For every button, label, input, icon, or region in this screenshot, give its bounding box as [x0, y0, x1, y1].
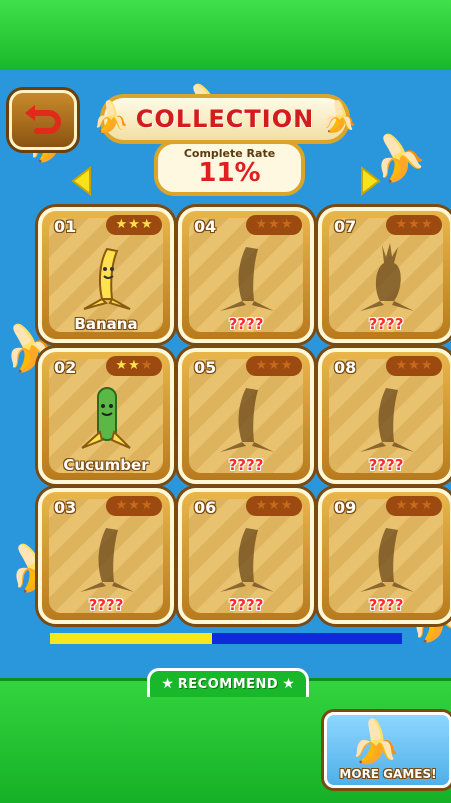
- card-number: 05: [194, 358, 217, 377]
- right-arrow-icon[interactable]: [360, 166, 382, 196]
- collection-card[interactable]: 06 ★ ★ ★????: [178, 488, 314, 624]
- star-rating: ★ ★ ★: [386, 215, 442, 235]
- star-icon: ★: [420, 217, 433, 232]
- star-rating: ★ ★ ★: [106, 356, 162, 376]
- card-number: 01: [54, 217, 77, 236]
- star-icon: ★: [280, 498, 293, 513]
- card-name: ????: [368, 315, 404, 333]
- star-rating: ★ ★ ★: [106, 496, 162, 516]
- star-rating: ★ ★ ★: [386, 496, 442, 516]
- left-arrow-icon[interactable]: [70, 166, 92, 196]
- star-icon: ★: [420, 358, 433, 373]
- star-icon: ★: [268, 498, 280, 513]
- star-rating: ★ ★ ★: [106, 215, 162, 235]
- star-icon: ★: [420, 498, 433, 513]
- collection-card[interactable]: 09 ★ ★ ★????: [318, 488, 451, 624]
- top-bar: [0, 0, 451, 73]
- star-icon: ★: [282, 676, 295, 692]
- star-icon: ★: [408, 358, 420, 373]
- banana-character-icon: [83, 247, 131, 310]
- star-icon: ★: [268, 217, 280, 232]
- star-icon: ★: [140, 217, 153, 232]
- card-number: 08: [334, 358, 357, 377]
- star-icon: ★: [255, 217, 268, 232]
- page-title: COLLECTION: [135, 105, 315, 133]
- star-rating: ★ ★ ★: [246, 496, 302, 516]
- banana-bunch-icon: 🍌: [349, 717, 402, 766]
- banana-silhouette-icon: [220, 247, 274, 311]
- banana-silhouette-icon: [80, 528, 134, 592]
- recommend-tab: ★ RECOMMEND ★: [147, 668, 309, 697]
- more-games-label: MORE GAMES!: [339, 767, 437, 781]
- scrollbar-track[interactable]: [50, 633, 402, 644]
- collection-card[interactable]: 02 ★ ★ ★ Cucumber: [38, 348, 174, 484]
- card-name: ????: [228, 596, 264, 614]
- star-icon: ★: [128, 217, 140, 232]
- back-arrow-icon: [25, 105, 61, 134]
- banana-silhouette-icon: [220, 388, 274, 452]
- star-icon: ★: [255, 358, 268, 373]
- card-name: Banana: [74, 315, 138, 333]
- star-icon: ★: [408, 217, 420, 232]
- star-icon: ★: [128, 498, 140, 513]
- collection-card[interactable]: 01 ★ ★ ★ Banana: [38, 207, 174, 343]
- pineapple-silhouette-icon: [360, 243, 414, 311]
- banana-mascot-icon: 🍌: [320, 100, 358, 135]
- star-icon: ★: [140, 498, 153, 513]
- banana-silhouette-icon: [220, 528, 274, 592]
- card-number: 07: [334, 217, 357, 236]
- scrollbar-thumb[interactable]: [50, 633, 212, 644]
- card-number: 06: [194, 498, 217, 517]
- star-icon: ★: [280, 358, 293, 373]
- collection-card[interactable]: 04 ★ ★ ★????: [178, 207, 314, 343]
- star-icon: ★: [395, 358, 408, 373]
- star-rating: ★ ★ ★: [386, 356, 442, 376]
- card-name: ????: [368, 456, 404, 474]
- more-games-button[interactable]: 🍌 MORE GAMES!: [324, 712, 451, 788]
- star-icon: ★: [128, 358, 140, 373]
- star-icon: ★: [161, 676, 174, 692]
- star-icon: ★: [115, 498, 128, 513]
- collection-title-banner: 🍌 🍌 COLLECTION: [92, 94, 358, 144]
- complete-rate-value: 11%: [198, 158, 261, 188]
- star-icon: ★: [115, 217, 128, 232]
- card-number: 09: [334, 498, 357, 517]
- collection-card[interactable]: 07 ★ ★ ★????: [318, 207, 451, 343]
- star-icon: ★: [115, 358, 128, 373]
- star-icon: ★: [408, 498, 420, 513]
- recommend-label: RECOMMEND: [177, 676, 279, 692]
- star-icon: ★: [280, 217, 293, 232]
- card-name: Cucumber: [63, 456, 149, 474]
- star-icon: ★: [268, 358, 280, 373]
- back-button[interactable]: [9, 90, 77, 150]
- star-icon: ★: [395, 217, 408, 232]
- star-rating: ★ ★ ★: [246, 356, 302, 376]
- card-number: 03: [54, 498, 77, 517]
- complete-rate-box: Complete Rate 11%: [154, 140, 305, 196]
- card-name: ????: [228, 456, 264, 474]
- collection-card[interactable]: 08 ★ ★ ★????: [318, 348, 451, 484]
- banana-silhouette-icon: [360, 388, 414, 452]
- star-icon: ★: [395, 498, 408, 513]
- banana-silhouette-icon: [360, 528, 414, 592]
- star-icon: ★: [140, 358, 153, 373]
- card-number: 02: [54, 358, 77, 377]
- card-name: ????: [228, 315, 264, 333]
- collection-card[interactable]: 03 ★ ★ ★????: [38, 488, 174, 624]
- card-number: 04: [194, 217, 217, 236]
- star-rating: ★ ★ ★: [246, 215, 302, 235]
- star-icon: ★: [255, 498, 268, 513]
- collection-card[interactable]: 05 ★ ★ ★????: [178, 348, 314, 484]
- cucumber-character-icon: [81, 387, 131, 449]
- card-name: ????: [88, 596, 124, 614]
- card-name: ????: [368, 596, 404, 614]
- banana-mascot-icon: 🍌: [92, 100, 130, 135]
